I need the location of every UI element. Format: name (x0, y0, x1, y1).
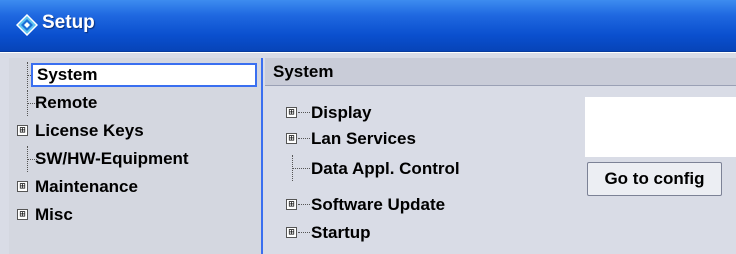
expand-icon[interactable]: ⊞ (17, 181, 28, 192)
content-item-label: Startup (311, 223, 371, 242)
expand-icon[interactable]: ⊞ (17, 209, 28, 220)
tree-connector (292, 168, 310, 169)
tree-item-label: System (31, 63, 257, 87)
content-header-title: System (273, 62, 334, 81)
content-item-startup[interactable]: ⊞ Startup (265, 219, 585, 245)
expand-icon[interactable]: ⊞ (286, 227, 297, 238)
tree-item-misc[interactable]: ⊞ Misc (9, 202, 263, 228)
tree-connector (298, 232, 310, 233)
tree-item-label: License Keys (35, 121, 144, 140)
content-item-display[interactable]: ⊞ Display (265, 99, 585, 125)
tree-connector (298, 204, 310, 205)
tree-connector (298, 112, 310, 113)
content-header: System (265, 58, 736, 86)
tree-item-label: Remote (35, 93, 98, 112)
tree-item-license-keys[interactable]: ⊞ License Keys (9, 118, 263, 144)
go-to-config-button[interactable]: Go to config (587, 162, 722, 196)
window-titlebar: Setup (0, 0, 736, 52)
content-item-label: Software Update (311, 195, 446, 214)
app-diamond-icon (16, 14, 38, 36)
tree-connector (298, 138, 310, 139)
content-pane: System ⊞ Display ⊞ Lan Services Data App… (265, 58, 736, 254)
window-title: Setup (42, 12, 95, 33)
tree-item-system[interactable]: System (9, 62, 263, 88)
tree-item-label: Maintenance (35, 177, 138, 196)
content-white-area (585, 97, 736, 157)
content-item-lan-services[interactable]: ⊞ Lan Services (265, 125, 585, 151)
content-item-software-update[interactable]: ⊞ Software Update (265, 191, 585, 217)
expand-icon[interactable]: ⊞ (286, 107, 297, 118)
expand-icon[interactable]: ⊞ (286, 133, 297, 144)
tree-item-maintenance[interactable]: ⊞ Maintenance (9, 174, 263, 200)
tree-item-label: SW/HW-Equipment (35, 149, 189, 168)
setup-panel: System Remote ⊞ License Keys SW/HW-Equip… (0, 53, 736, 254)
tree-connector (21, 90, 37, 116)
navigation-tree: System Remote ⊞ License Keys SW/HW-Equip… (9, 58, 263, 254)
content-item-label: Data Appl. Control (311, 159, 460, 178)
tree-connector (21, 146, 37, 172)
content-item-label: Display (311, 103, 372, 122)
tree-item-remote[interactable]: Remote (9, 90, 263, 116)
expand-icon[interactable]: ⊞ (286, 199, 297, 210)
expand-icon[interactable]: ⊞ (17, 125, 28, 136)
tree-item-label: Misc (35, 205, 73, 224)
tree-item-sw-hw-equipment[interactable]: SW/HW-Equipment (9, 146, 263, 172)
content-body: ⊞ Display ⊞ Lan Services Data Appl. Cont… (265, 87, 736, 254)
content-item-label: Lan Services (311, 129, 416, 148)
content-item-data-appl-control[interactable]: Data Appl. Control (265, 155, 585, 181)
